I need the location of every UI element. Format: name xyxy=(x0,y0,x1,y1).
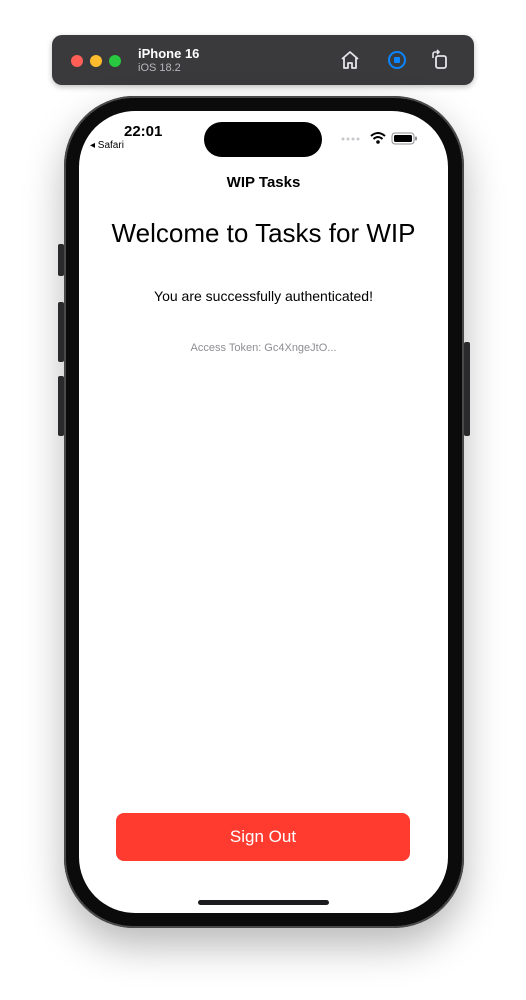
simulator-toolbar: iPhone 16 iOS 18.2 xyxy=(52,35,474,85)
home-indicator[interactable] xyxy=(198,900,329,905)
power-button xyxy=(464,342,470,436)
device-name: iPhone 16 xyxy=(138,46,200,61)
dynamic-island xyxy=(204,122,322,157)
sign-out-button[interactable]: Sign Out xyxy=(116,813,410,861)
cellular-signal-icon xyxy=(341,137,360,141)
volume-down-button xyxy=(58,376,64,436)
minimize-window-button[interactable] xyxy=(90,55,102,67)
status-time: 22:01 xyxy=(124,123,163,140)
nav-title: WIP Tasks xyxy=(226,174,301,191)
os-version: iOS 18.2 xyxy=(138,62,181,74)
rotate-icon[interactable] xyxy=(428,48,452,72)
wifi-icon xyxy=(370,132,386,144)
close-window-button[interactable] xyxy=(71,55,83,67)
stop-icon[interactable] xyxy=(385,48,409,72)
action-button xyxy=(58,244,64,276)
access-token-text: Access Token: Gc4XngeJtO... xyxy=(190,342,337,354)
auth-status-message: You are successfully authenticated! xyxy=(154,288,373,304)
back-to-safari-link[interactable]: ◂ Safari xyxy=(90,140,124,151)
home-icon[interactable] xyxy=(338,48,362,72)
phone-screen: 22:01 ◂ Safari WIP Tasks Welcome to Task… xyxy=(79,111,448,913)
zoom-window-button[interactable] xyxy=(109,55,121,67)
status-icons xyxy=(341,132,417,145)
volume-up-button xyxy=(58,302,64,362)
battery-icon xyxy=(391,132,417,145)
welcome-heading: Welcome to Tasks for WIP xyxy=(111,218,416,248)
